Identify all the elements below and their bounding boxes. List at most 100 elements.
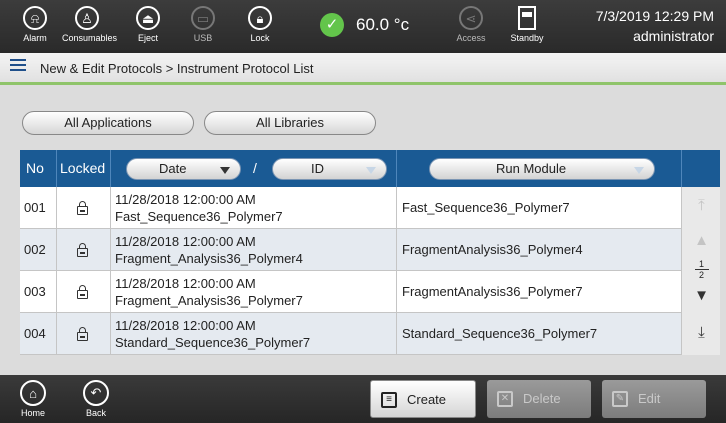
usb-icon: ▭ <box>191 6 215 30</box>
pager: ⤒ ▲ 1 2 ▼ ⤓ <box>681 187 720 355</box>
table-row[interactable]: 001 11/28/2018 12:00:00 AM Fast_Sequence… <box>20 187 681 229</box>
locked-cell <box>56 187 110 229</box>
temperature-ok-icon: ✓ <box>320 13 344 37</box>
protocol-date: 11/28/2018 12:00:00 AM <box>115 234 256 249</box>
lock-button[interactable]: 🔒︎ Lock <box>235 6 285 52</box>
protocol-cell: 11/28/2018 12:00:00 AM Standard_Sequence… <box>110 313 396 355</box>
user-name: administrator <box>633 28 714 44</box>
row-number: 004 <box>24 326 46 341</box>
previous-page-button[interactable]: ▲ <box>682 232 721 249</box>
datetime-user: 7/3/2019 12:29 PM administrator <box>596 6 714 46</box>
run-module-cell: FragmentAnalysis36_Polymer7 <box>402 284 583 299</box>
lock-icon <box>77 285 88 299</box>
date-time: 7/3/2019 12:29 PM <box>595 8 714 24</box>
protocol-id: Standard_Sequence36_Polymer7 <box>115 335 311 350</box>
protocol-id: Fragment_Analysis36_Polymer7 <box>115 293 303 308</box>
table-header: No Locked Date / ID Run Module <box>20 150 720 187</box>
last-page-button[interactable]: ⤓ <box>682 324 721 341</box>
temperature-value: 60.0 °c <box>356 15 410 34</box>
consumables-label: Consumables <box>62 33 118 43</box>
id-sort-dropdown[interactable]: ID <box>272 158 387 180</box>
current-page: 1 <box>698 259 704 269</box>
table-row[interactable]: 003 11/28/2018 12:00:00 AM Fragment_Anal… <box>20 271 681 313</box>
top-bar: ⍾ Alarm ♙ Consumables ⏏ Eject ▭ USB 🔒︎ L… <box>0 0 726 53</box>
consumables-button[interactable]: ♙ Consumables <box>62 6 118 52</box>
share-icon: ⋖ <box>459 6 483 30</box>
alarm-label: Alarm <box>23 33 47 43</box>
lock-label: Lock <box>250 33 270 43</box>
bottom-bar: ⌂ Home ↶ Back ≡ Create ✕ Delete ✎ Edit <box>0 375 726 423</box>
all-applications-filter[interactable]: All Applications <box>22 111 194 135</box>
id-sort-label: ID <box>311 161 324 176</box>
next-page-button[interactable]: ▼ <box>682 287 721 304</box>
chevron-down-icon <box>634 167 644 174</box>
protocol-date: 11/28/2018 12:00:00 AM <box>115 192 256 207</box>
usb-button[interactable]: ▭ USB <box>178 6 228 52</box>
bottle-icon: ♙ <box>75 6 99 30</box>
protocol-list: 001 11/28/2018 12:00:00 AM Fast_Sequence… <box>20 187 681 355</box>
row-number: 002 <box>24 242 46 257</box>
protocol-id: Fast_Sequence36_Polymer7 <box>115 209 283 224</box>
row-number: 001 <box>24 200 46 215</box>
edit-label: Edit <box>638 391 661 406</box>
protocol-cell: 11/28/2018 12:00:00 AM Fragment_Analysis… <box>110 271 396 313</box>
lock-icon <box>77 327 88 341</box>
create-label: Create <box>407 392 447 407</box>
standby-icon <box>518 6 536 30</box>
back-arrow-icon: ↶ <box>83 380 109 406</box>
standby-label: Standby <box>510 33 544 43</box>
bell-icon: ⍾ <box>23 6 47 30</box>
lock-icon <box>77 201 88 215</box>
header-no: No <box>26 160 44 176</box>
run-module-dropdown[interactable]: Run Module <box>429 158 655 180</box>
header-locked: Locked <box>60 160 106 176</box>
alarm-button[interactable]: ⍾ Alarm <box>10 6 60 52</box>
back-label: Back <box>85 408 106 418</box>
protocol-date: 11/28/2018 12:00:00 AM <box>115 318 256 333</box>
breadcrumb: New & Edit Protocols > Instrument Protoc… <box>40 61 314 76</box>
table-row[interactable]: 004 11/28/2018 12:00:00 AM Standard_Sequ… <box>20 313 681 355</box>
access-label: Access <box>456 33 486 43</box>
table-row[interactable]: 002 11/28/2018 12:00:00 AM Fragment_Anal… <box>20 229 681 271</box>
run-module-cell: Fast_Sequence36_Polymer7 <box>402 200 570 215</box>
protocol-id: Fragment_Analysis36_Polymer4 <box>115 251 303 266</box>
page-indicator: 1 2 <box>682 259 721 280</box>
run-module-cell: Standard_Sequence36_Polymer7 <box>402 326 598 341</box>
home-label: Home <box>20 408 45 418</box>
protocol-cell: 11/28/2018 12:00:00 AM Fast_Sequence36_P… <box>110 187 396 229</box>
eject-icon: ⏏ <box>136 6 160 30</box>
locked-cell <box>56 229 110 271</box>
run-module-cell: FragmentAnalysis36_Polymer4 <box>402 242 583 257</box>
usb-label: USB <box>193 33 213 43</box>
access-button[interactable]: ⋖ Access <box>446 6 496 52</box>
total-pages: 2 <box>698 270 704 280</box>
eject-button[interactable]: ⏏ Eject <box>123 6 173 52</box>
create-button[interactable]: ≡ Create <box>370 380 476 418</box>
home-button[interactable]: ⌂ Home <box>13 380 53 418</box>
locked-cell <box>56 271 110 313</box>
first-page-button[interactable]: ⤒ <box>682 197 721 214</box>
delete-icon: ✕ <box>497 391 513 407</box>
date-sort-label: Date <box>159 161 187 176</box>
edit-button[interactable]: ✎ Edit <box>602 380 706 418</box>
chevron-down-icon <box>366 167 376 174</box>
locked-cell <box>56 313 110 355</box>
protocol-date: 11/28/2018 12:00:00 AM <box>115 276 256 291</box>
chevron-down-icon <box>220 167 230 174</box>
list-icon[interactable] <box>10 59 26 73</box>
edit-icon: ✎ <box>612 391 628 407</box>
delete-button[interactable]: ✕ Delete <box>487 380 591 418</box>
breadcrumb-bar: New & Edit Protocols > Instrument Protoc… <box>0 53 726 85</box>
lock-icon <box>77 243 88 257</box>
delete-label: Delete <box>523 391 561 406</box>
standby-button[interactable]: Standby <box>502 6 552 52</box>
back-button[interactable]: ↶ Back <box>76 380 116 418</box>
protocol-cell: 11/28/2018 12:00:00 AM Fragment_Analysis… <box>110 229 396 271</box>
eject-label: Eject <box>137 33 158 43</box>
header-separator: / <box>253 160 257 176</box>
lock-icon: 🔒︎ <box>248 6 272 30</box>
all-libraries-filter[interactable]: All Libraries <box>204 111 376 135</box>
date-sort-dropdown[interactable]: Date <box>126 158 241 180</box>
run-module-label: Run Module <box>496 161 567 176</box>
row-number: 003 <box>24 284 46 299</box>
